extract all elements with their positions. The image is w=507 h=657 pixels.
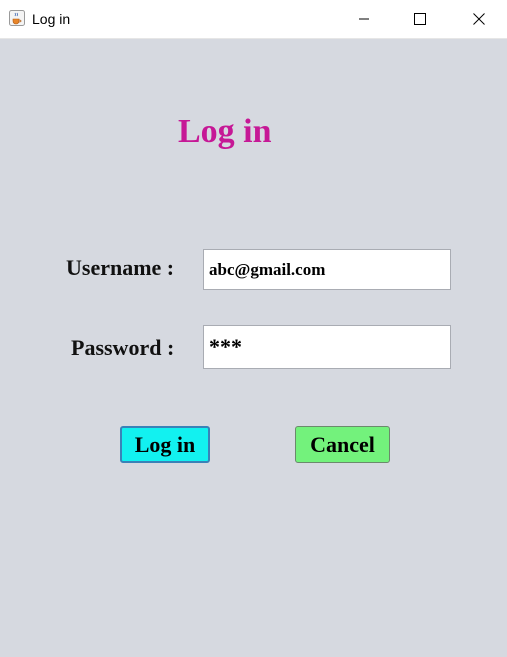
username-field[interactable]: [203, 249, 451, 290]
title-bar: Log in: [0, 0, 507, 39]
login-button[interactable]: Log in: [120, 426, 210, 463]
window-title: Log in: [32, 11, 71, 27]
login-heading: Log in: [178, 113, 272, 150]
username-label: Username :: [66, 255, 175, 280]
maximize-icon: [414, 13, 426, 25]
password-label: Password :: [71, 335, 175, 360]
maximize-button[interactable]: [392, 0, 448, 38]
cancel-button[interactable]: Cancel: [295, 426, 390, 463]
java-app-icon: [9, 10, 25, 26]
password-field[interactable]: [203, 325, 451, 369]
close-button[interactable]: [451, 0, 507, 38]
minimize-button[interactable]: [336, 0, 392, 38]
close-icon: [473, 13, 485, 25]
minimize-icon: [359, 18, 369, 20]
